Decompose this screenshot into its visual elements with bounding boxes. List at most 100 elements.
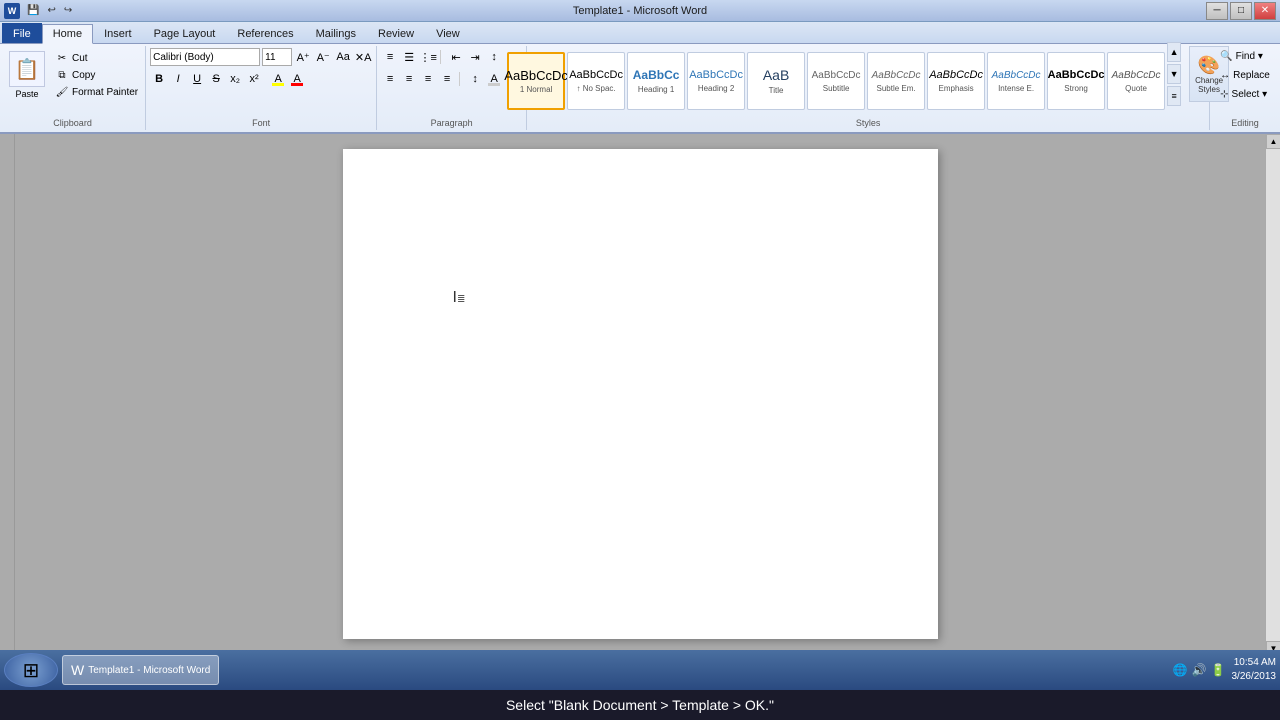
shrink-font-button[interactable]: A⁻ (314, 48, 332, 66)
style-subtitle[interactable]: AaBbCcDc Subtitle (807, 52, 865, 110)
line-spacing-button[interactable]: ↕ (466, 70, 484, 88)
subscript-button[interactable]: x₂ (226, 70, 244, 88)
font-size-input[interactable] (262, 48, 292, 66)
instruction-text: Select "Blank Document > Template > OK." (506, 697, 774, 713)
replace-button[interactable]: ↔ Replace (1215, 67, 1275, 84)
taskbar-word-button[interactable]: W Template1 - Microsoft Word (62, 655, 219, 685)
clipboard-small-buttons: ✂ Cut ⧉ Copy 🖌 Format Painter (52, 48, 141, 100)
italic-button[interactable]: I (169, 70, 187, 88)
style-heading2[interactable]: AaBbCcDc Heading 2 (687, 52, 745, 110)
select-icon: ⊹ (1220, 89, 1228, 100)
document-page[interactable]: I≣ (343, 149, 938, 639)
minimize-button[interactable]: ─ (1206, 2, 1228, 20)
title-bar: W 💾 ↩ ↪ Template1 - Microsoft Word ─ □ ✕ (0, 0, 1280, 22)
numbering-button[interactable]: ☰ (400, 48, 418, 66)
clipboard-group-label: Clipboard (0, 118, 145, 128)
superscript-button[interactable]: x² (245, 70, 263, 88)
justify-button[interactable]: ≡ (438, 70, 456, 88)
grow-font-button[interactable]: A⁺ (294, 48, 312, 66)
styles-scroll-up[interactable]: ▲ (1167, 42, 1181, 62)
style-title-label: Title (769, 86, 784, 95)
styles-scroll-down[interactable]: ▼ (1167, 64, 1181, 84)
highlight-button[interactable]: A (269, 70, 287, 88)
copy-button[interactable]: ⧉ Copy (52, 67, 141, 83)
align-left-button[interactable]: ≡ (381, 70, 399, 88)
style-emphasis[interactable]: AaBbCcDc Emphasis (927, 52, 985, 110)
bold-button[interactable]: B (150, 70, 168, 88)
style-heading1[interactable]: AaBbCc Heading 1 (627, 52, 685, 110)
find-button[interactable]: 🔍 Find ▾ (1215, 48, 1275, 65)
tab-review[interactable]: Review (367, 23, 425, 43)
underline-button[interactable]: U (188, 70, 206, 88)
word-taskbar-icon: W (71, 662, 84, 678)
paragraph-group: ≡ ☰ ⋮≡ ⇤ ⇥ ↕ ¶ ≡ ≡ ≡ ≡ ↕ A ⊞ (377, 46, 527, 130)
clock-date: 3/26/2013 (1232, 670, 1277, 684)
right-scrollbar: ▲ ▼ (1265, 134, 1280, 656)
redo-quick-btn[interactable]: ↪ (61, 4, 75, 17)
styles-more[interactable]: ≡ (1167, 86, 1181, 106)
start-button[interactable]: ⊞ (4, 653, 58, 687)
tab-home[interactable]: Home (42, 24, 93, 44)
style-intense-em[interactable]: AaBbCcDc Intense E. (987, 52, 1045, 110)
find-label: Find ▾ (1236, 51, 1263, 62)
tab-references[interactable]: References (226, 23, 304, 43)
change-case-button[interactable]: Aa (334, 48, 352, 66)
style-no-spacing-label: ↑ No Spac. (577, 84, 616, 93)
multilevel-button[interactable]: ⋮≡ (419, 48, 437, 66)
style-subtle-em-preview: AaBbCcDc (872, 70, 921, 82)
scroll-up-button[interactable]: ▲ (1266, 134, 1280, 149)
undo-quick-btn[interactable]: ↩ (44, 4, 58, 17)
font-name-input[interactable] (150, 48, 260, 66)
window-controls: ─ □ ✕ (1206, 2, 1276, 20)
strikethrough-button[interactable]: S (207, 70, 225, 88)
tab-view[interactable]: View (425, 23, 471, 43)
copy-icon: ⧉ (55, 68, 69, 82)
style-intense-em-preview: AaBbCcDc (992, 70, 1041, 82)
style-heading1-preview: AaBbCc (633, 68, 680, 82)
tab-insert[interactable]: Insert (93, 23, 143, 43)
copy-label: Copy (72, 70, 95, 81)
clipboard-group: 📋 Paste ✂ Cut ⧉ Copy 🖌 Format Painter (0, 46, 146, 130)
replace-icon: ↔ (1220, 70, 1230, 81)
style-emphasis-preview: AaBbCcDc (929, 69, 983, 82)
style-title[interactable]: AaB Title (747, 52, 805, 110)
shading-button[interactable]: A (485, 70, 503, 88)
style-quote[interactable]: AaBbCcDc Quote (1107, 52, 1165, 110)
decrease-indent-button[interactable]: ⇤ (447, 48, 465, 66)
clear-format-button[interactable]: ✕A (354, 48, 372, 66)
editing-group-label: Editing (1210, 118, 1280, 128)
font-color-button[interactable]: A (288, 70, 306, 88)
style-subtle-em[interactable]: AaBbCcDc Subtle Em. (867, 52, 925, 110)
increase-indent-button[interactable]: ⇥ (466, 48, 484, 66)
window-title: Template1 - Microsoft Word (573, 5, 707, 17)
replace-label: Replace (1233, 70, 1270, 81)
network-icon: 🌐 (1173, 663, 1188, 677)
format-painter-icon: 🖌 (55, 85, 69, 99)
style-no-spacing[interactable]: AaBbCcDc ↑ No Spac. (567, 52, 625, 110)
save-quick-btn[interactable]: 💾 (24, 4, 42, 17)
sort-button[interactable]: ↕ (485, 48, 503, 66)
close-button[interactable]: ✕ (1254, 2, 1276, 20)
tab-page-layout[interactable]: Page Layout (143, 23, 227, 43)
tab-file[interactable]: File (2, 23, 42, 43)
style-normal[interactable]: AaBbCcDc 1 Normal (507, 52, 565, 110)
bullets-button[interactable]: ≡ (381, 48, 399, 66)
align-center-button[interactable]: ≡ (400, 70, 418, 88)
left-sidebar (0, 134, 15, 656)
style-heading2-preview: AaBbCcDc (689, 69, 743, 82)
style-strong[interactable]: AaBbCcDc Strong (1047, 52, 1105, 110)
select-button[interactable]: ⊹ Select ▾ (1215, 86, 1275, 103)
battery-icon: 🔋 (1211, 663, 1226, 677)
tab-mailings[interactable]: Mailings (305, 23, 367, 43)
start-orb-icon: ⊞ (23, 658, 40, 683)
cut-button[interactable]: ✂ Cut (52, 50, 141, 66)
maximize-button[interactable]: □ (1230, 2, 1252, 20)
align-right-button[interactable]: ≡ (419, 70, 437, 88)
ribbon: 📋 Paste ✂ Cut ⧉ Copy 🖌 Format Painter (0, 44, 1280, 134)
format-painter-button[interactable]: 🖌 Format Painter (52, 84, 141, 100)
styles-group: AaBbCcDc 1 Normal AaBbCcDc ↑ No Spac. Aa… (527, 46, 1210, 130)
instruction-bar: Select "Blank Document > Template > OK." (0, 690, 1280, 720)
editing-group: 🔍 Find ▾ ↔ Replace ⊹ Select ▾ Editing (1210, 46, 1280, 130)
paste-button[interactable]: 📋 Paste (4, 48, 50, 102)
paragraph-group-label: Paragraph (377, 118, 526, 128)
